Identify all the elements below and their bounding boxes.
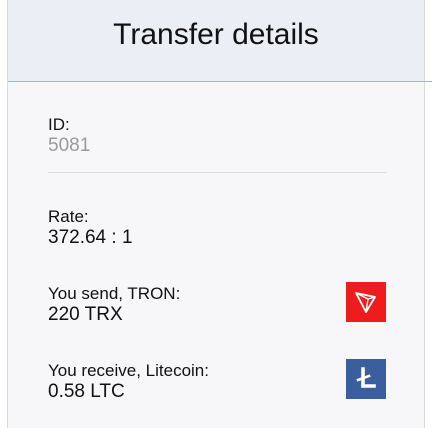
panel-header: Transfer details: [8, 0, 432, 82]
receive-value: 0.58 LTC: [48, 381, 125, 402]
litecoin-icon: [346, 359, 386, 399]
page-title: Transfer details: [113, 17, 319, 51]
rate-value: 372.64 : 1: [48, 227, 133, 248]
litecoin-logo: [356, 367, 376, 388]
receive-label: You receive, Litecoin:: [48, 361, 209, 380]
transfer-details-panel: Transfer details ID: 5081 Rate: 372.64 :…: [7, 0, 432, 428]
header-accent-line: [424, 81, 432, 82]
receive-row: You receive, Litecoin: 0.58 LTC: [48, 361, 209, 403]
tron-logo: [355, 292, 376, 313]
send-label: You send, TRON:: [48, 284, 181, 303]
rate-label: Rate:: [48, 207, 89, 226]
divider: [48, 172, 386, 173]
tron-icon: [346, 282, 386, 322]
send-row: You send, TRON: 220 TRX: [48, 284, 180, 326]
id-value: 5081: [48, 135, 91, 156]
rate-row: Rate: 372.64 : 1: [48, 207, 133, 249]
id-label: ID:: [48, 115, 70, 134]
id-row: ID: 5081: [48, 115, 90, 157]
send-value: 220 TRX: [48, 304, 123, 325]
